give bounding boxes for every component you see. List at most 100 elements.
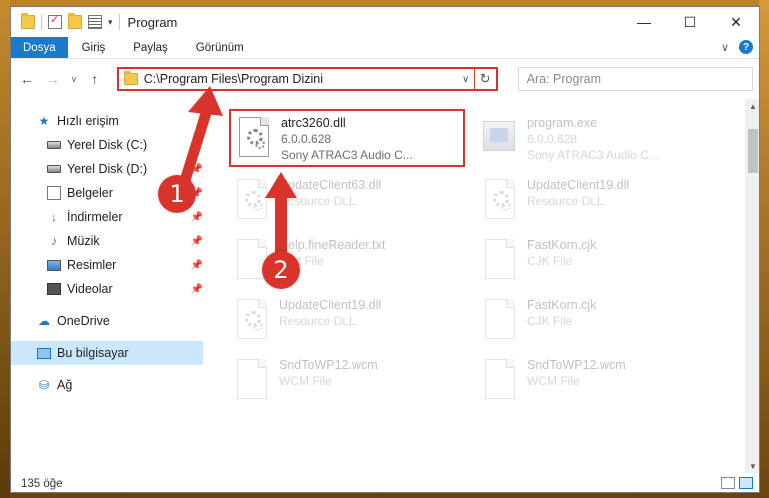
tiles-view-icon[interactable]	[739, 477, 753, 489]
close-button[interactable]: ✕	[713, 7, 759, 37]
file-type: CJK File	[527, 254, 573, 268]
file-item[interactable]: SndToWP12.wcm WCM File	[229, 353, 463, 409]
scrollbar-thumb[interactable]	[748, 129, 758, 173]
sidebar-item-label: OneDrive	[57, 314, 110, 328]
file-type: Resource DLL	[279, 194, 356, 208]
address-path[interactable]: C:\Program Files\Program Dizini	[144, 72, 458, 86]
address-dropdown-chevron-icon[interactable]: ∨	[458, 74, 474, 85]
desktop-background-right	[759, 0, 769, 498]
sidebar-item-videos[interactable]: Videolar 📌	[11, 277, 207, 301]
file-item[interactable]: UpdateClient19.dll Resource DLL	[477, 173, 711, 229]
pin-icon: 📌	[190, 211, 203, 223]
pictures-icon	[47, 259, 61, 271]
pin-icon: 📌	[190, 259, 203, 271]
forward-button[interactable]: →	[43, 69, 63, 89]
tab-giris[interactable]: Giriş	[68, 37, 120, 58]
file-name: UpdateClient19.dll	[279, 298, 382, 312]
page-icon	[483, 299, 519, 343]
new-folder-icon[interactable]	[68, 13, 82, 29]
file-type: Resource DLL	[527, 194, 604, 208]
pin-icon: 📌	[190, 283, 203, 295]
pin-icon: 📌	[190, 139, 203, 151]
vertical-scrollbar[interactable]: ▲ ▼	[745, 99, 759, 473]
window-title: Program	[127, 14, 178, 30]
exe-icon	[483, 117, 519, 161]
file-name: FastKorn.cjk	[527, 298, 597, 312]
sidebar-item-label: Yerel Disk (D:)	[67, 162, 148, 176]
refresh-button[interactable]: ↻	[473, 69, 496, 89]
file-name: UpdateClient63.dll	[279, 178, 382, 192]
sidebar-item-quick-access[interactable]: ★ Hızlı erişim	[11, 109, 207, 133]
view-details-icon[interactable]	[88, 15, 102, 29]
file-item[interactable]: UpdateClient19.dll Resource DLL	[229, 293, 463, 349]
up-button[interactable]: ↑	[85, 69, 105, 89]
search-input[interactable]: Ara: Program	[517, 67, 753, 91]
file-name: atrc3260.dll	[281, 116, 346, 130]
tab-dosya[interactable]: Dosya	[11, 37, 68, 58]
dll-gear-icon	[237, 117, 273, 161]
sidebar-item-label: Bu bilgisayar	[57, 346, 129, 360]
star-icon: ★	[38, 114, 50, 128]
address-bar[interactable]: C:\Program Files\Program Dizini ∨ ↻	[116, 67, 498, 91]
sidebar-item-label: Hızlı erişim	[57, 114, 119, 128]
cloud-icon: ☁	[38, 314, 50, 328]
file-item[interactable]: FastKorn.cjk CJK File	[477, 233, 711, 289]
file-item[interactable]: FastKorn.cjk CJK File	[477, 293, 711, 349]
download-icon: ↓	[51, 210, 57, 224]
file-name: SndToWP12.wcm	[279, 358, 378, 372]
sidebar-item-pictures[interactable]: Resimler 📌	[11, 253, 207, 277]
file-item[interactable]: SndToWP12.wcm WCM File	[477, 353, 711, 409]
file-type: Resource DLL	[279, 314, 356, 328]
page-icon	[235, 359, 271, 403]
file-item-atrc3260-dll[interactable]: atrc3260.dll 6.0.0.628 Sony ATRAC3 Audio…	[229, 109, 465, 167]
sidebar-item-onedrive[interactable]: ☁ OneDrive	[11, 309, 207, 333]
file-item[interactable]: UpdateClient63.dll Resource DLL	[229, 173, 463, 229]
divider	[118, 14, 120, 30]
dll-gear-icon	[235, 299, 271, 343]
details-view-icon[interactable]	[721, 477, 735, 489]
properties-check-icon[interactable]	[48, 13, 62, 29]
scroll-up-icon[interactable]: ▲	[745, 99, 759, 113]
customize-toolbar-chevron-icon[interactable]: ▾	[108, 17, 113, 28]
ribbon-tabs: Dosya Giriş Paylaş Görünüm ∨ ?	[11, 37, 759, 59]
tab-paylas[interactable]: Paylaş	[119, 37, 182, 58]
dll-gear-icon	[483, 179, 519, 223]
sidebar-item-label: Videolar	[67, 282, 113, 296]
sidebar-item-label: Resimler	[67, 258, 117, 272]
help-icon[interactable]: ?	[739, 40, 753, 54]
status-bar: 135 öğe	[11, 473, 759, 492]
sidebar-item-label: Ağ	[57, 378, 73, 392]
sidebar-item-label: Müzik	[67, 234, 100, 248]
back-button[interactable]: ←	[17, 69, 37, 89]
navigation-pane: ★ Hızlı erişim Yerel Disk (C:) 📌 Yerel D…	[11, 99, 207, 473]
sidebar-item-this-pc[interactable]: Bu bilgisayar	[11, 341, 203, 365]
folder-icon	[21, 13, 35, 29]
expand-ribbon-chevron-icon[interactable]: ∨	[721, 41, 729, 54]
file-description: Sony ATRAC3 Audio C...	[281, 148, 413, 162]
recent-locations-chevron-icon[interactable]: ∨	[69, 69, 79, 89]
window-controls: — ☐ ✕	[621, 7, 759, 37]
sidebar-item-local-disk-c[interactable]: Yerel Disk (C:) 📌	[11, 133, 207, 157]
divider	[41, 14, 42, 30]
sidebar-item-music[interactable]: ♪ Müzik 📌	[11, 229, 207, 253]
page-icon	[483, 239, 519, 283]
documents-icon	[47, 186, 61, 200]
dll-gear-icon	[235, 179, 271, 223]
minimize-button[interactable]: —	[621, 7, 667, 37]
file-type: CJK File	[527, 314, 573, 328]
network-icon: ⛁	[38, 378, 50, 392]
file-description: Sony ATRAC3 Audio C...	[527, 148, 659, 162]
desktop-background-left	[0, 0, 10, 498]
sidebar-item-network[interactable]: ⛁ Ağ	[11, 373, 207, 397]
maximize-button[interactable]: ☐	[667, 7, 713, 37]
step-2-badge: 2	[262, 251, 300, 289]
file-item-program-exe[interactable]: program.exe 6.0.0.628 Sony ATRAC3 Audio …	[477, 111, 711, 167]
step-1-badge: 1	[158, 175, 196, 213]
videos-icon	[47, 283, 61, 295]
tab-gorunum[interactable]: Görünüm	[182, 37, 258, 58]
file-version: 6.0.0.628	[527, 132, 578, 146]
music-icon: ♪	[51, 234, 57, 248]
address-row: ← → ∨ ↑ C:\Program Files\Program Dizini …	[11, 59, 759, 99]
scroll-down-icon[interactable]: ▼	[745, 459, 759, 473]
file-name: program.exe	[527, 116, 598, 130]
